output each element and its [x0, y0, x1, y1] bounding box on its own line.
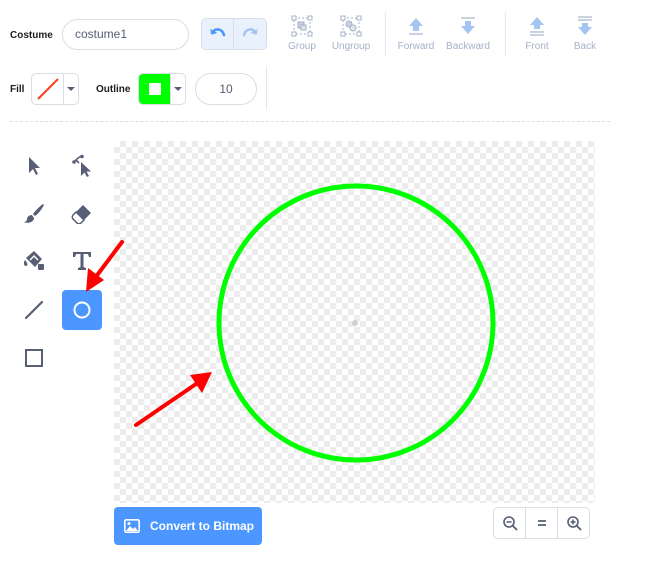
convert-label: Convert to Bitmap — [150, 519, 255, 533]
red-arrow-icon — [86, 240, 124, 292]
zoom-controls — [493, 507, 590, 539]
image-icon — [124, 519, 140, 533]
zoom-out-icon — [502, 516, 518, 531]
zoom-reset-button[interactable] — [526, 508, 558, 538]
zoom-in-icon — [566, 516, 582, 531]
red-arrow-icon — [134, 372, 212, 427]
annotation-overlay — [86, 240, 212, 427]
convert-to-bitmap-button[interactable]: Convert to Bitmap — [114, 507, 262, 545]
equals-icon — [537, 520, 546, 526]
zoom-out-button[interactable] — [494, 508, 526, 538]
zoom-in-button[interactable] — [558, 508, 589, 538]
